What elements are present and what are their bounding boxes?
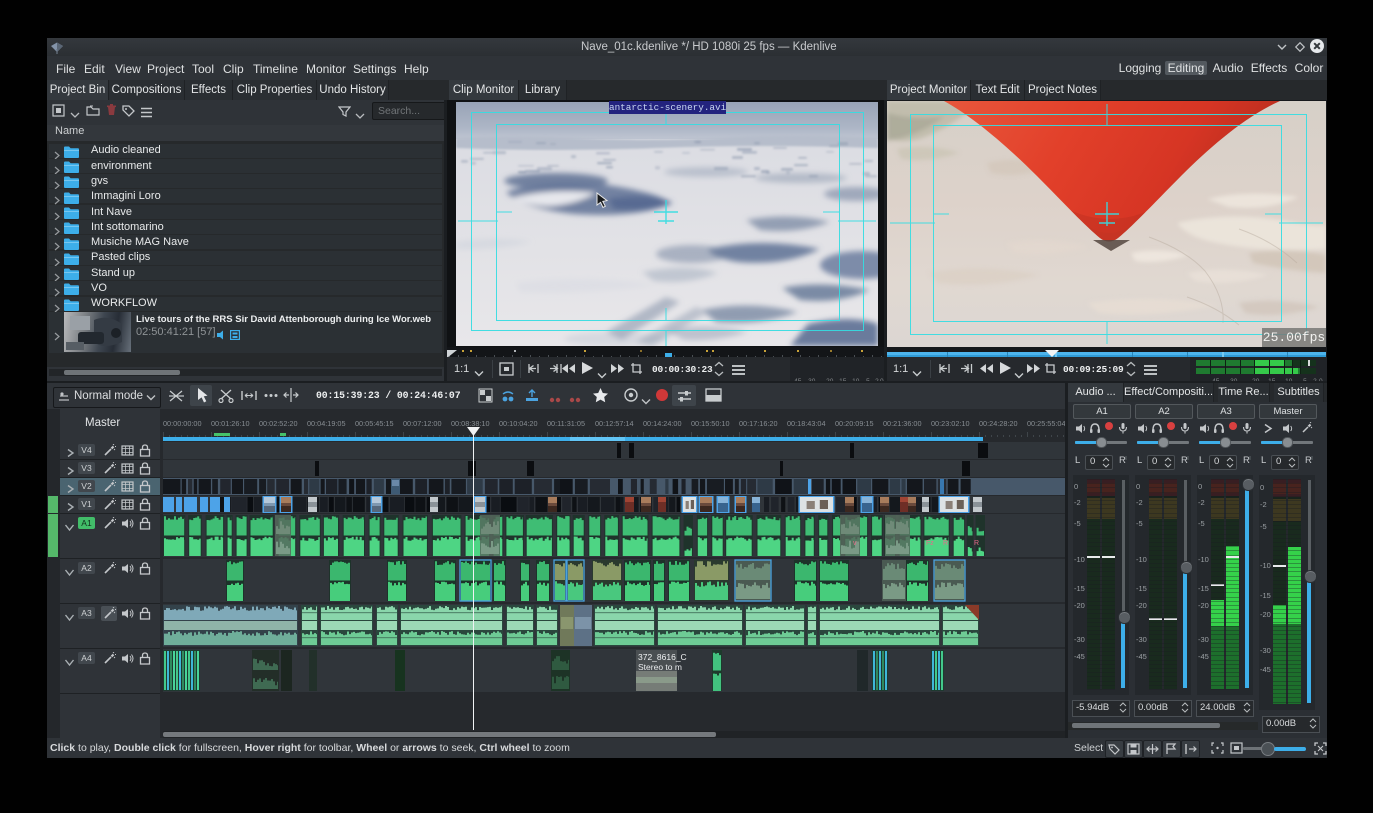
svg-text:v: v [853, 540, 857, 547]
svg-text:R: R [943, 540, 948, 547]
svg-text:R: R [974, 540, 979, 547]
svg-text:372_8616_C: 372_8616_C [638, 652, 687, 662]
svg-text:Fz: Fz [926, 540, 934, 547]
svg-text:Stereo to m: Stereo to m [638, 662, 682, 672]
